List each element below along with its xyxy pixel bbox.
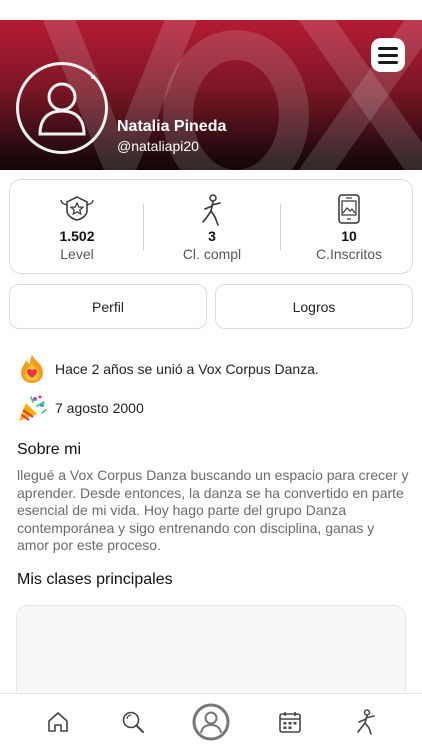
tab-achievements[interactable]: Logros (215, 284, 413, 329)
stat-level: 1.502 Level (10, 180, 144, 275)
dancer-icon (202, 194, 221, 226)
nav-profile[interactable] (191, 702, 231, 742)
about-text: llegué a Vox Corpus Danza buscando un es… (17, 467, 409, 553)
calendar-icon (279, 712, 301, 733)
nav-home[interactable] (38, 702, 78, 742)
nav-classes[interactable] (346, 702, 386, 742)
user-handle: @nataliapi20 (117, 138, 199, 154)
phone-image-icon (338, 194, 360, 224)
profile-icon (192, 703, 230, 741)
stat-value: 3 (208, 228, 216, 244)
classes-title: Mis clases principales (17, 571, 173, 588)
stat-value: 10 (341, 228, 357, 244)
status-bar (0, 0, 422, 20)
flame-heart-icon (21, 355, 43, 383)
nav-calendar[interactable] (270, 702, 310, 742)
stat-label: C.Inscritos (315, 246, 383, 262)
stat-label: Cl. compl (182, 246, 242, 262)
joined-text: Hace 2 años se unió a Vox Corpus Danza. (55, 361, 319, 377)
stat-enrolled-classes: 10 C.Inscritos (282, 180, 416, 275)
about-title: Sobre mi (17, 441, 82, 458)
hamburger-icon (378, 46, 398, 50)
party-popper-icon (19, 395, 47, 421)
avatar[interactable] (16, 62, 108, 154)
stat-value: 1.502 (59, 228, 95, 244)
home-icon (48, 712, 68, 732)
user-name: Natalia Pineda (117, 118, 227, 135)
dancer-icon (357, 709, 375, 735)
user-avatar-icon (38, 82, 86, 136)
stat-completed-classes: 3 Cl. compl (145, 180, 279, 275)
joined-info: Hace 2 años se unió a Vox Corpus Danza. (17, 354, 319, 384)
badge-icon (60, 196, 94, 221)
search-icon (122, 711, 144, 733)
stat-label: Level (60, 246, 94, 262)
birthday-info: 7 agosto 2000 (17, 393, 144, 423)
divider (280, 204, 281, 250)
nav-search[interactable] (113, 702, 153, 742)
bottom-navigation (0, 693, 422, 750)
birthday-text: 7 agosto 2000 (55, 400, 144, 416)
profile-header: Natalia Pineda @nataliapi20 (0, 20, 422, 170)
divider (143, 204, 144, 250)
tab-profile[interactable]: Perfil (9, 284, 207, 329)
stats-card: 1.502 Level 3 Cl. compl 10 C.Inscritos (9, 179, 413, 274)
menu-button[interactable] (371, 38, 405, 72)
